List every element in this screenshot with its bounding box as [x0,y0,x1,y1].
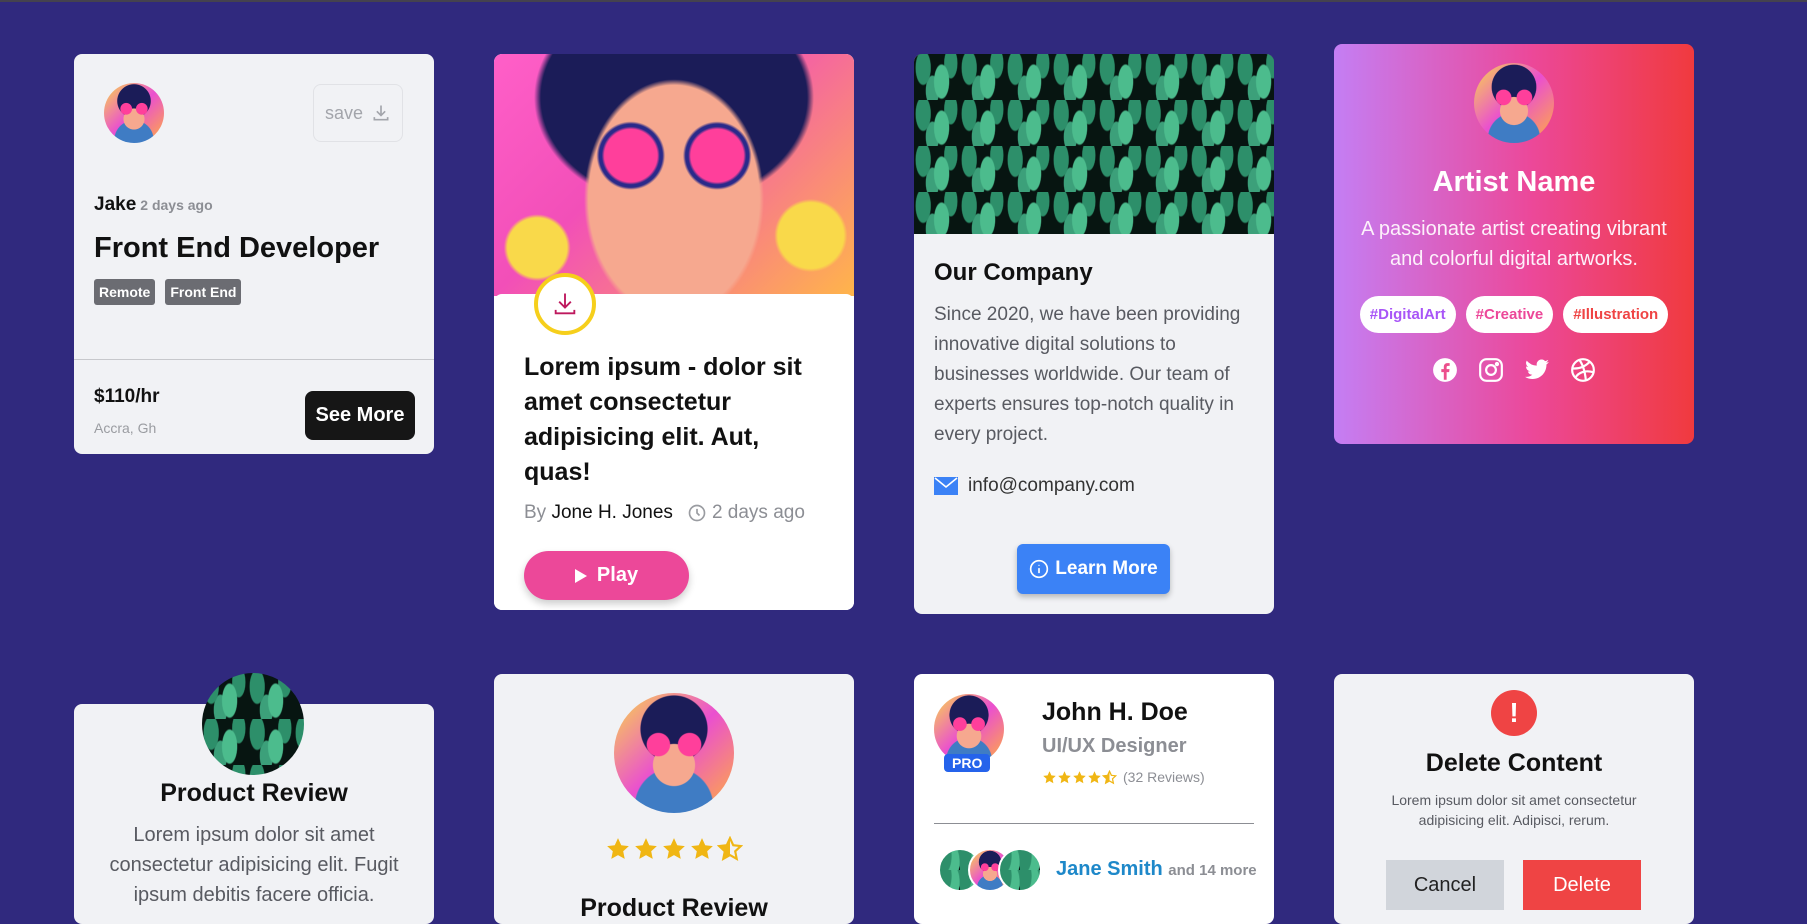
review-description: Lorem ipsum dolor sit amet consectetur a… [109,824,399,906]
review-title: Product Review [580,894,768,922]
download-icon [373,105,389,121]
hashtag[interactable]: #DigitalArt [1359,296,1456,333]
avatar [104,83,164,143]
review-title: Product Review [160,779,348,807]
job-location: Accra, Gh [94,420,157,436]
save-label: save [324,102,364,123]
see-more-button[interactable]: See More [305,391,415,440]
star-icon [607,838,629,859]
post-card: Lorem ipsum - dolor sit amet consectetur… [494,54,854,610]
dribbble-icon[interactable] [1570,357,1596,383]
product-image [202,673,304,775]
tag: Front End [165,279,242,305]
divider [934,823,1254,824]
learn-more-label: Learn More [1055,558,1158,579]
star-icon [1043,770,1056,783]
job-rate: $110/hr [94,386,160,407]
save-button[interactable]: save [313,84,403,142]
profile-rating: (32 Reviews) [1042,769,1205,785]
friend-more: and 14 more [1168,862,1257,879]
download-icon [554,293,576,315]
social-links [1334,357,1694,383]
facebook-icon[interactable] [1432,357,1458,383]
friend-avatar [998,848,1042,892]
artist-tags: #DigitalArt #Creative #Illustration [1334,296,1694,333]
half-star-icon [1102,769,1117,784]
half-star-icon [717,836,743,861]
play-icon [574,568,587,583]
artist-avatar [1474,63,1554,143]
company-description: Since 2020, we have been providing innov… [934,304,1241,445]
twitter-icon[interactable] [1524,357,1550,383]
delete-dialog-card: ! Delete Content Lorem ipsum dolor sit a… [1334,674,1694,924]
learn-more-button[interactable]: Learn More [1017,544,1170,594]
divider [74,359,434,360]
email-text: info@company.com [968,475,1135,496]
job-title: Front End Developer [94,232,380,264]
job-tags: Remote Front End [94,279,242,305]
star-icon [1088,770,1101,783]
star-icon [1073,770,1086,783]
dialog-title: Delete Content [1425,749,1603,777]
post-hero-image [494,54,854,296]
job-user: Jake 2 days ago [94,194,213,216]
star-icon [635,838,657,859]
clock-icon [688,504,706,522]
play-label: Play [596,564,639,586]
info-icon [1030,559,1049,579]
reviewer-avatar [614,693,734,813]
artist-bio: A passionate artist creating vibrant and… [1361,218,1667,270]
star-icon [663,838,685,859]
play-button[interactable]: Play [524,551,689,600]
mutual-friends[interactable]: Jane Smith and 14 more [1056,858,1257,881]
post-meta: By Jone H. Jones 2 days ago [524,502,805,524]
delete-button[interactable]: Delete [1523,860,1641,910]
review-count: (32 Reviews) [1123,769,1205,785]
artist-name: Artist Name [1432,166,1596,198]
profile-role: UI/UX Designer [1042,735,1187,757]
mutual-friends-avatars [938,848,1042,892]
star-icon [1058,770,1071,783]
post-title: Lorem ipsum - dolor sit amet consectetur… [524,353,802,486]
profile-card: PRO John H. Doe UI/UX Designer (32 Revie… [914,674,1274,924]
instagram-icon[interactable] [1478,357,1504,383]
company-banner-image [914,54,1274,234]
hashtag[interactable]: #Illustration [1563,296,1669,333]
pro-badge: PRO [944,754,991,772]
company-title: Our Company [934,259,1093,286]
cancel-button[interactable]: Cancel [1386,860,1504,910]
dialog-description: Lorem ipsum dolor sit amet consectetur a… [1391,792,1637,828]
artist-card: Artist Name A passionate artist creating… [1334,44,1694,444]
friend-name: Jane Smith [1056,858,1163,880]
company-email[interactable]: info@company.com [934,475,1135,497]
alert-icon: ! [1491,690,1537,736]
post-time: 2 days ago [711,502,805,523]
profile-name: John H. Doe [1042,698,1188,726]
product-review-card-2: Product Review [494,674,854,924]
user-name: Jake [94,194,137,215]
mail-icon [934,477,958,495]
hashtag[interactable]: #Creative [1465,296,1554,333]
job-card: save Jake 2 days ago Front End Developer … [74,54,434,454]
star-rating [494,836,854,862]
star-rating [1042,769,1117,785]
by-label: By [524,502,547,523]
company-card: Our Company Since 2020, we have been pro… [914,54,1274,614]
star-icon [691,838,713,859]
download-button[interactable] [534,273,596,335]
posted-time: 2 days ago [140,197,213,213]
post-author[interactable]: Jone H. Jones [551,502,672,523]
tag: Remote [94,279,156,305]
